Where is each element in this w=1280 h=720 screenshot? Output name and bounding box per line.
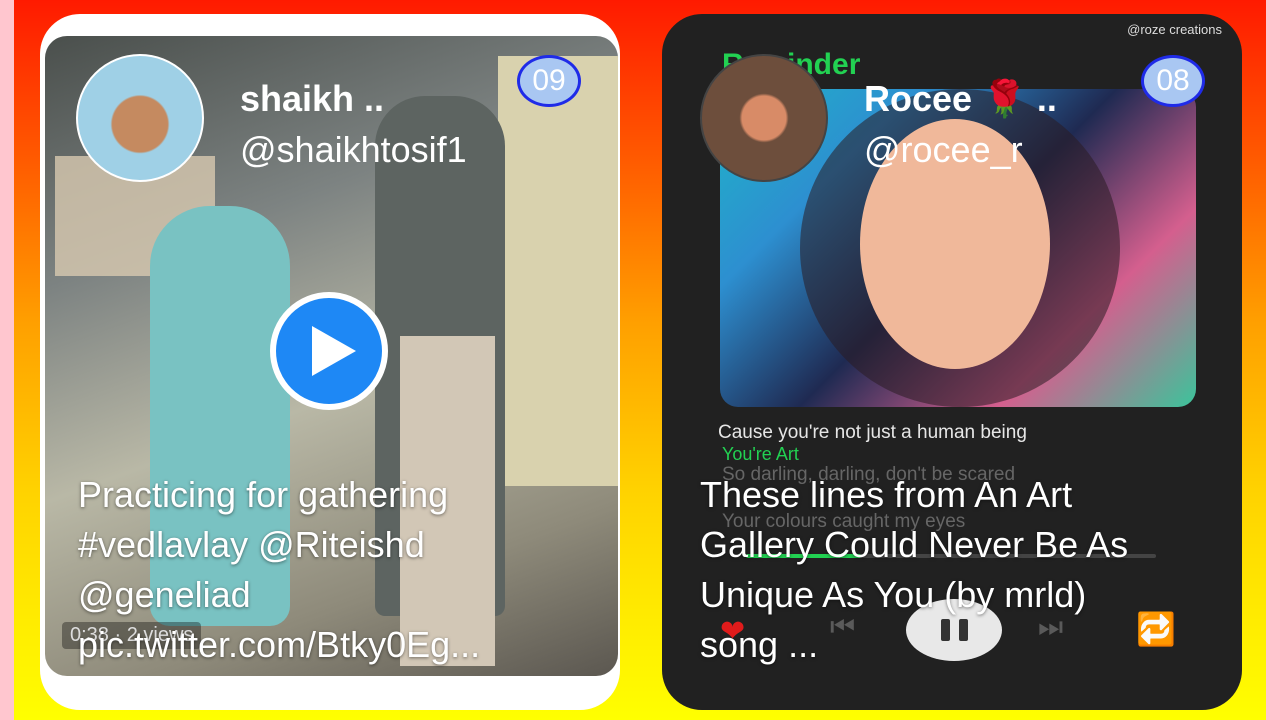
caption-line: song ... (700, 624, 819, 665)
user-name[interactable]: Rocee 🌹 .. (864, 78, 1057, 120)
lyric-line-active: You're Art (722, 444, 799, 464)
play-button[interactable] (270, 292, 388, 410)
watermark: @roze creations (1127, 22, 1222, 37)
user-handle[interactable]: @rocee_r (864, 129, 1023, 171)
avatar[interactable] (76, 54, 204, 182)
caption-line: #vedlavlay @Riteishd (78, 524, 425, 565)
caption-line: Unique As You (by mrld) (700, 574, 1087, 615)
door (498, 56, 618, 486)
caption-line: Practicing for gathering (78, 474, 449, 515)
caption-line: pic.twitter.com/Btky0Eg... (78, 624, 481, 665)
user-name[interactable]: shaikh .. (240, 78, 384, 120)
right-edge (1266, 0, 1280, 720)
tweet-card-2[interactable]: @roze creations Reminder Rocee 🌹 .. @roc… (662, 14, 1242, 710)
rank-badge: 08 (1141, 55, 1205, 107)
user-handle[interactable]: @shaikhtosif1 (240, 129, 467, 171)
tweet-caption: Practicing for gathering #vedlavlay @Rit… (78, 470, 608, 670)
rank-badge: 09 (517, 55, 581, 107)
caption-line: @geneliad (78, 574, 251, 615)
caption-line: Gallery Could Never Be As (700, 524, 1129, 565)
lyric-line: Cause you're not just a human being (718, 422, 1027, 443)
caption-line: These lines from An Art (700, 474, 1073, 515)
avatar[interactable] (700, 54, 828, 182)
play-icon (312, 326, 356, 376)
tweet-card-1[interactable]: shaikh .. @shaikhtosif1 09 0:38 · 2 view… (40, 14, 620, 710)
tweet-caption: These lines from An Art Gallery Could Ne… (700, 470, 1220, 670)
left-edge (0, 0, 14, 720)
